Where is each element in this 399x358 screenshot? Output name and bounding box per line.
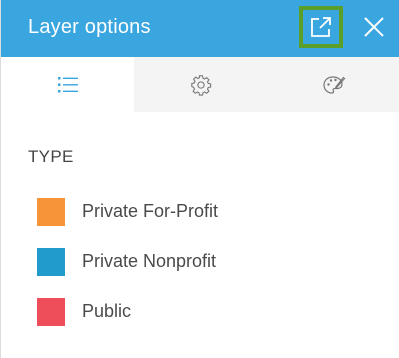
tab-options[interactable] xyxy=(134,57,267,112)
popout-button[interactable] xyxy=(299,6,343,48)
swatch xyxy=(37,298,65,326)
tab-appearance[interactable] xyxy=(267,57,399,112)
panel-tabs xyxy=(1,57,399,112)
legend-item-private-for-profit[interactable]: Private For-Profit xyxy=(37,196,218,246)
swatch xyxy=(37,248,65,276)
tab-legend[interactable] xyxy=(1,57,134,112)
legend-section-label: TYPE xyxy=(28,147,74,166)
legend-item-label: Private Nonprofit xyxy=(82,251,217,271)
close-icon xyxy=(364,17,384,37)
panel-title: Layer options xyxy=(28,16,151,38)
gear-icon xyxy=(190,74,211,96)
legend-item-public[interactable]: Public xyxy=(37,296,218,346)
legend-item-private-nonprofit[interactable]: Private Nonprofit xyxy=(37,246,218,296)
panel-header: Layer options xyxy=(1,0,399,57)
legend-list: Private For-Profit Private Nonprofit Pub… xyxy=(37,196,218,346)
legend-item-label: Public xyxy=(82,301,132,321)
popout-icon xyxy=(311,17,331,37)
swatch xyxy=(37,198,65,226)
layer-options-panel: Layer options TYPE Private For-Profit Pr… xyxy=(0,0,399,358)
legend-item-label: Private For-Profit xyxy=(82,201,219,221)
list-icon xyxy=(57,76,78,92)
close-button[interactable] xyxy=(357,10,391,44)
palette-icon xyxy=(322,75,345,94)
